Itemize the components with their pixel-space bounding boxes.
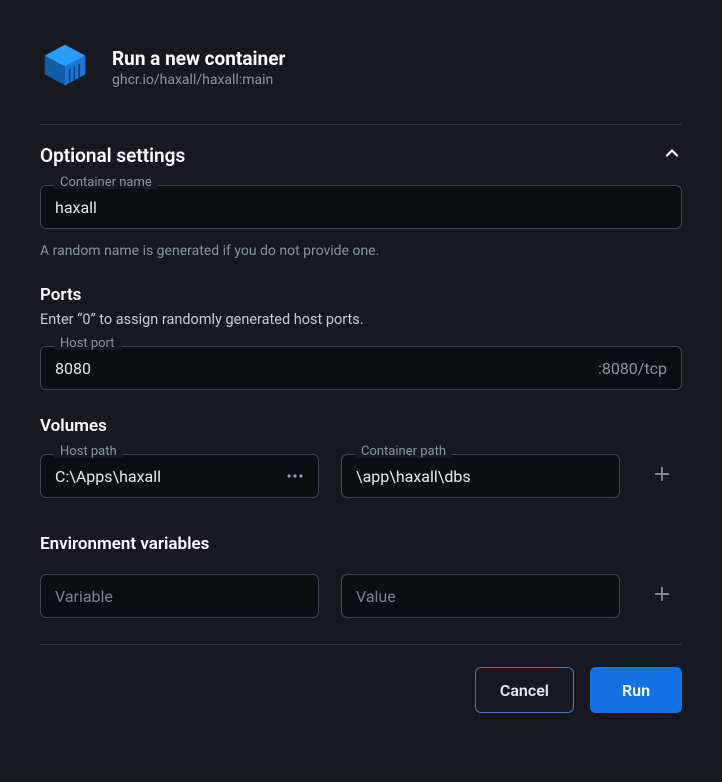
chevron-up-icon xyxy=(662,143,682,167)
cancel-button[interactable]: Cancel xyxy=(475,667,574,713)
ports-title: Ports xyxy=(40,285,682,305)
container-name-field: Container name xyxy=(40,185,682,229)
container-path-input[interactable] xyxy=(341,454,620,498)
container-cube-icon xyxy=(40,40,90,94)
optional-settings-title: Optional settings xyxy=(40,144,185,167)
browse-host-path-button[interactable] xyxy=(282,463,308,489)
add-volume-button[interactable] xyxy=(653,465,671,488)
volumes-title: Volumes xyxy=(40,416,682,436)
ports-helper: Enter “0” to assign randomly generated h… xyxy=(40,311,682,328)
host-port-label: Host port xyxy=(54,337,121,350)
divider xyxy=(40,124,682,125)
env-variable-input[interactable] xyxy=(40,574,319,618)
env-value-input[interactable] xyxy=(341,574,620,618)
plus-icon xyxy=(653,585,671,603)
modal-header: Run a new container ghcr.io/haxall/haxal… xyxy=(40,40,682,94)
env-title: Environment variables xyxy=(40,534,682,554)
host-path-label: Host path xyxy=(54,445,123,458)
modal-title: Run a new container xyxy=(112,47,285,70)
plus-icon xyxy=(653,465,671,483)
host-path-input[interactable] xyxy=(55,467,282,486)
container-name-label: Container name xyxy=(54,176,158,189)
host-port-input[interactable] xyxy=(55,359,598,378)
run-container-modal: Run a new container ghcr.io/haxall/haxal… xyxy=(0,0,722,743)
image-reference: ghcr.io/haxall/haxall:main xyxy=(112,72,285,88)
volumes-section: Volumes Host path Container path xyxy=(40,416,682,508)
ellipsis-icon xyxy=(286,473,304,479)
env-section: Environment variables xyxy=(40,534,682,618)
port-mapping-suffix: :8080/tcp xyxy=(598,359,667,378)
run-button[interactable]: Run xyxy=(590,667,682,713)
footer-divider xyxy=(40,644,682,645)
container-name-input[interactable] xyxy=(40,185,682,229)
host-path-field xyxy=(40,454,319,498)
optional-settings-header[interactable]: Optional settings xyxy=(40,143,682,167)
modal-footer: Cancel Run xyxy=(40,667,682,713)
ports-section: Ports Enter “0” to assign randomly gener… xyxy=(40,285,682,390)
container-name-helper: A random name is generated if you do not… xyxy=(40,243,682,259)
add-env-button[interactable] xyxy=(653,585,671,608)
host-port-field: :8080/tcp xyxy=(40,346,682,390)
container-path-label: Container path xyxy=(355,445,452,458)
